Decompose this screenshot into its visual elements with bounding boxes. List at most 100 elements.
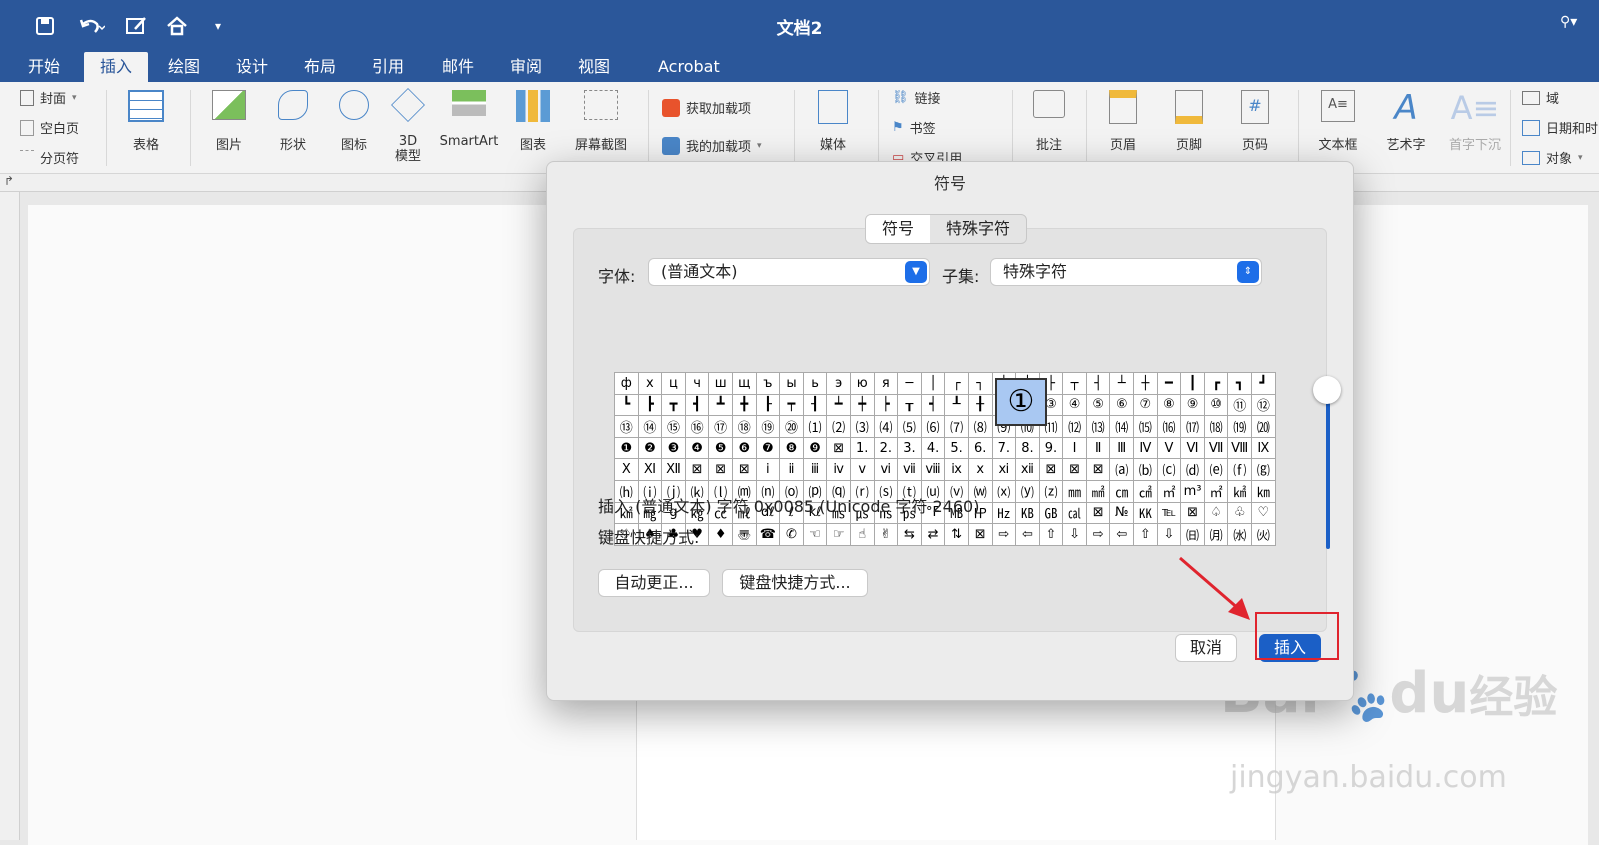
symbol-cell[interactable]: ┻ (708, 393, 733, 417)
symbol-cell[interactable]: 3. (897, 436, 922, 460)
symbol-cell[interactable]: ъ (755, 372, 781, 395)
autocorrect-button[interactable]: 自动更正... (598, 569, 710, 597)
symbol-cell[interactable]: ⇧ (1133, 523, 1158, 546)
symbol-cell[interactable]: ⑮ (661, 415, 686, 438)
symbol-cell[interactable]: ⒄ (1180, 415, 1205, 438)
shapes-button[interactable]: 形状 (270, 90, 316, 153)
symbol-cell[interactable]: ┷ (826, 393, 851, 417)
tab-symbols[interactable]: 符号 (866, 215, 931, 243)
symbol-cell[interactable]: ┠ (755, 393, 781, 417)
symbol-cell[interactable]: ⒆ (1227, 415, 1253, 438)
symbol-cell[interactable]: ⑷ (873, 415, 899, 438)
symbol-cell[interactable]: ⊠ (826, 436, 851, 460)
symbol-cell[interactable]: ❺ (708, 436, 733, 460)
tab-acrobat[interactable]: Acrobat (644, 52, 734, 82)
symbol-cell[interactable]: 5. (944, 436, 969, 460)
symbol-cell[interactable]: Ⅶ (1203, 436, 1229, 460)
symbol-cell[interactable]: 6. (967, 436, 993, 460)
symbol-cell[interactable]: Ⅹ (614, 458, 639, 481)
symbol-cell[interactable]: Ⅴ (1156, 436, 1182, 460)
picture-button[interactable]: 图片 (204, 90, 254, 153)
symbol-cell[interactable]: ┼ (1133, 372, 1158, 395)
symbol-cell[interactable]: ⑹ (920, 415, 946, 438)
symbol-cell[interactable]: ю (849, 372, 875, 395)
symbol-cell[interactable]: Ⅳ (1133, 436, 1158, 460)
symbol-cell[interactable]: │ (920, 372, 946, 395)
symbol-cell[interactable]: № (1109, 501, 1135, 525)
symbol-cell[interactable]: ┯ (779, 393, 804, 417)
symbol-cell[interactable]: 2. (873, 436, 899, 460)
symbol-cell[interactable]: Ⅸ (1251, 436, 1276, 460)
symbol-cell[interactable]: ⊠ (1062, 458, 1087, 481)
symbol-cell[interactable]: ♦ (708, 523, 733, 546)
symbol-cell[interactable]: ㈬ (1227, 523, 1253, 546)
tab-references[interactable]: 引用 (358, 52, 418, 82)
bookmark-button[interactable]: ⚑ 书签 (892, 118, 936, 137)
symbol-cell[interactable]: ♧ (1227, 501, 1253, 525)
symbol-cell[interactable]: Ⅺ (637, 458, 663, 481)
symbol-cell[interactable]: ⒵ (1038, 479, 1064, 503)
cover-page-button[interactable]: 封面 ▾ (20, 88, 77, 107)
screenshot-button[interactable]: 屏幕截图 (570, 90, 632, 153)
wordart-button[interactable]: A 艺术字 (1378, 90, 1434, 153)
symbol-cell[interactable]: ⑥ (1109, 393, 1135, 417)
symbol-cell[interactable]: ⒴ (1015, 479, 1040, 503)
symbol-cell[interactable]: э (826, 372, 851, 395)
smartart-button[interactable]: SmartArt (438, 90, 500, 149)
symbol-cell[interactable]: 1. (849, 436, 875, 460)
keyboard-shortcut-button[interactable]: 键盘快捷方式... (722, 569, 868, 597)
symbol-cell[interactable]: ⒀ (1085, 415, 1111, 438)
symbol-cell[interactable]: ㎡ (1156, 479, 1182, 503)
symbol-cell[interactable]: ㎈ (1062, 501, 1087, 525)
symbol-cell[interactable]: ☜ (802, 523, 828, 546)
symbol-cell[interactable]: ⊠ (684, 458, 710, 481)
symbol-cell[interactable]: ⑪ (1227, 393, 1253, 417)
symbol-cell[interactable]: ┫ (684, 393, 710, 417)
symbol-cell[interactable]: ㎝ (1109, 479, 1135, 503)
tab-layout[interactable]: 布局 (290, 52, 350, 82)
footer-button[interactable]: 页脚 (1164, 90, 1214, 153)
3d-models-button[interactable]: 3D 模型 (388, 88, 428, 164)
symbol-cell[interactable]: ⒠ (1203, 458, 1229, 481)
symbol-cell[interactable]: ⒅ (1203, 415, 1229, 438)
symbol-cell[interactable]: Ⅷ (1227, 436, 1253, 460)
symbol-cell[interactable]: 8. (1015, 436, 1040, 460)
symbol-cell[interactable]: Ⅲ (1109, 436, 1135, 460)
textbox-button[interactable]: A≡ 文本框 (1310, 90, 1366, 153)
symbol-cell[interactable]: ⒢ (1251, 458, 1276, 481)
document-page[interactable] (636, 700, 1276, 840)
symbol-cell[interactable]: ㎠ (1133, 479, 1158, 503)
symbol-cell[interactable]: ⑲ (755, 415, 781, 438)
symbol-cell[interactable]: ⑬ (614, 415, 639, 438)
symbol-cell[interactable]: ⒜ (1109, 458, 1135, 481)
symbol-cell[interactable]: ⅱ (779, 458, 804, 481)
symbol-grid[interactable]: фхцчшщъыьэюя─│┌┐└┘├┬┤┴┼━┃┏┓┛┗┣┳┫┻╋┠┯┨┷┿┝… (614, 372, 1276, 546)
symbol-cell[interactable]: х (637, 372, 663, 395)
symbol-cell[interactable]: ┳ (661, 393, 686, 417)
tab-design[interactable]: 设计 (222, 52, 282, 82)
date-time-button[interactable]: 日期和时 (1522, 118, 1598, 137)
symbol-cell[interactable]: ⅴ (849, 458, 875, 481)
icons-button[interactable]: 图标 (332, 90, 376, 153)
get-addins-button[interactable]: 获取加载项 (662, 98, 751, 117)
symbol-cell[interactable]: ⇨ (1085, 523, 1111, 546)
symbol-cell[interactable]: ┸ (944, 393, 969, 417)
symbol-cell[interactable]: 7. (991, 436, 1017, 460)
symbol-cell[interactable]: ⅶ (897, 458, 922, 481)
symbol-cell[interactable]: щ (731, 372, 757, 395)
symbol-cell[interactable]: ⅹ (967, 458, 993, 481)
symbol-cell[interactable]: ┿ (849, 393, 875, 417)
symbol-cell[interactable]: ㎞ (1251, 479, 1276, 503)
tab-special-characters[interactable]: 特殊字符 (930, 215, 1026, 243)
tab-home[interactable]: 开始 (14, 52, 74, 82)
tab-mailings[interactable]: 邮件 (428, 52, 488, 82)
symbol-cell[interactable]: ㎜ (1062, 479, 1087, 503)
symbol-cell[interactable]: ☞ (826, 523, 851, 546)
field-button[interactable]: 域 (1522, 88, 1559, 107)
symbol-cell[interactable]: ⇅ (944, 523, 969, 546)
symbol-cell[interactable]: ⑧ (1156, 393, 1182, 417)
symbol-cell[interactable]: ㈫ (1251, 523, 1276, 546)
symbol-cell[interactable]: ⒞ (1156, 458, 1182, 481)
dropcap-button[interactable]: A≡ 首字下沉 (1444, 90, 1506, 153)
symbol-cell[interactable]: ✌ (873, 523, 899, 546)
